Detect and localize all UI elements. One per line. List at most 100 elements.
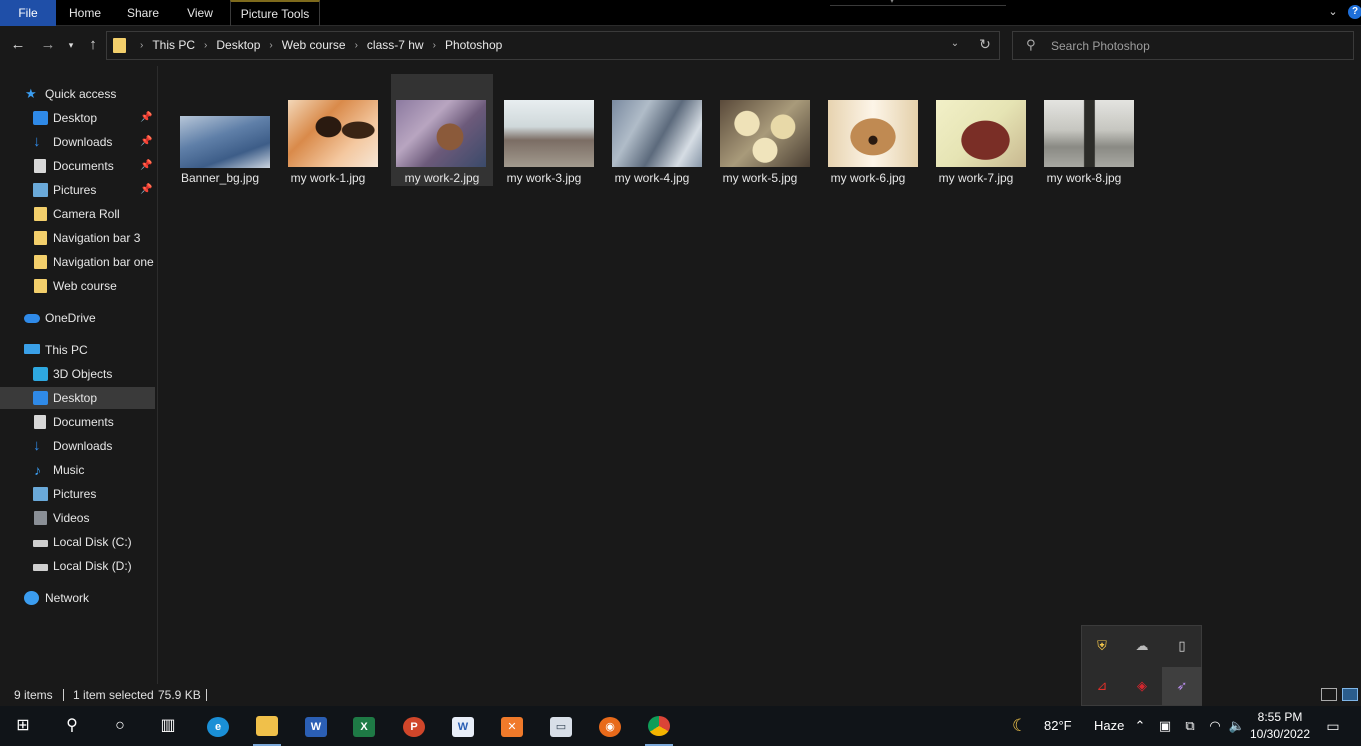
large-icons-view-icon[interactable] [1342,688,1358,701]
nav-item-desktop[interactable]: Desktop 📌 [0,107,155,129]
nav-item-camera-roll[interactable]: Camera Roll [0,203,155,225]
file-tile[interactable]: my work-3.jpg [493,74,595,186]
nav-item-downloads[interactable]: ↓ Downloads 📌 [0,131,155,153]
security-shield-icon[interactable]: ⛨ [1082,627,1122,665]
file-explorer-icon[interactable] [250,710,284,746]
file-tile[interactable]: Banner_bg.jpg [169,74,271,186]
tab-file[interactable]: File [0,0,56,26]
details-view-icon[interactable] [1321,688,1337,701]
meet-now-icon[interactable]: ▣ [1155,706,1175,746]
onedrive-offline-icon[interactable]: ☁ [1122,627,1162,665]
breadcrumb-web-course[interactable]: Web course [282,32,346,59]
file-tile-selected[interactable]: my work-2.jpg [391,74,493,186]
remote-desktop-icon[interactable]: ▭ [544,710,578,742]
nav-item-local-disk-d[interactable]: Local Disk (D:) [0,555,155,577]
file-tile[interactable]: my work-4.jpg [601,74,703,186]
notifications-icon[interactable]: ▭ [1320,706,1346,746]
task-view-icon[interactable]: ▥ [151,710,185,742]
nav-item-navigation-bar-3[interactable]: Navigation bar 3 [0,227,155,249]
up-arrow-icon[interactable]: ↑ [83,35,103,55]
nav-item-documents[interactable]: Documents 📌 [0,155,155,177]
address-dropdown-icon[interactable]: ⌄ [947,38,963,49]
breadcrumb-class-7-hw[interactable]: class-7 hw [367,32,424,59]
nav-network[interactable]: Network [0,587,155,609]
search-icon[interactable]: ⚲ [55,710,89,742]
nav-item-desktop-pc[interactable]: Desktop [0,387,155,409]
nav-item-downloads-pc[interactable]: ↓ Downloads [0,435,155,457]
usb-eject-icon[interactable]: ▯ [1162,627,1202,665]
file-tile[interactable]: my work-7.jpg [925,74,1027,186]
music-icon: ♪ [34,462,41,478]
videos-icon [34,511,47,525]
forward-arrow-icon[interactable]: → [38,35,58,55]
file-name: my work-8.jpg [1046,171,1122,185]
file-tile[interactable]: my work-8.jpg [1033,74,1135,186]
nav-item-web-course[interactable]: Web course [0,275,155,297]
system-clock[interactable]: 8:55 PM 10/30/2022 [1248,709,1312,743]
nav-onedrive[interactable]: OneDrive [0,307,155,329]
volume-icon[interactable]: 🔈 [1227,706,1247,746]
chrome-icon[interactable] [642,710,676,746]
firefox-icon[interactable]: ◉ [593,710,627,742]
nav-item-documents-pc[interactable]: Documents [0,411,155,433]
folder-icon [34,207,47,221]
tab-share[interactable]: Share [120,0,166,26]
ribbon-expand-icon[interactable]: ⌄ [1326,5,1340,19]
nav-item-local-disk-c[interactable]: Local Disk (C:) [0,531,155,553]
chevron-right-icon[interactable]: › [433,32,436,59]
file-name: my work-6.jpg [830,171,906,185]
nav-label: Downloads [53,135,113,149]
excel-icon[interactable]: X [347,710,381,742]
file-tile[interactable]: my work-6.jpg [817,74,919,186]
breadcrumb-this-pc[interactable]: This PC [152,32,195,59]
file-tile[interactable]: my work-1.jpg [277,74,379,186]
cortana-icon[interactable]: ○ [103,710,137,742]
nav-label: Desktop [53,111,98,125]
drive-icon [33,540,48,547]
back-arrow-icon[interactable]: ← [8,35,28,55]
nav-this-pc[interactable]: This PC [0,339,155,361]
tab-home[interactable]: Home [60,0,110,26]
help-icon[interactable]: ? [1348,5,1361,19]
status-divider [206,689,207,701]
action-center-app-icon[interactable]: ⧉ [1180,706,1200,746]
mcafee-icon[interactable]: ◈ [1122,667,1162,705]
nav-item-music[interactable]: ♪ Music [0,459,155,481]
nav-label: Local Disk (D:) [53,559,132,573]
nav-item-pictures-pc[interactable]: Pictures [0,483,155,505]
breadcrumb-photoshop[interactable]: Photoshop [445,32,502,59]
chevron-right-icon[interactable]: › [140,32,143,59]
powerpoint-icon[interactable]: P [397,710,431,742]
navigation-pane: ★ Quick access Desktop 📌 ↓ Downloads 📌 D… [0,66,158,684]
nav-item-navigation-bar-one[interactable]: Navigation bar one [0,251,155,273]
nav-item-pictures[interactable]: Pictures 📌 [0,179,155,201]
word-icon[interactable]: W [299,710,333,742]
taskbar: ⊞ ⚲ ○ ▥ e W X P W ✕ ▭ ◉ ☾ 82°F Haze ⌃ ▣ … [0,706,1361,746]
refresh-icon[interactable]: ↻ [977,36,993,53]
file-name: my work-2.jpg [404,171,480,185]
nav-label: Documents [53,159,114,173]
search-box[interactable]: ⚲ [1012,31,1354,60]
chevron-right-icon[interactable]: › [269,32,272,59]
feather-app-icon[interactable]: ➶ [1162,667,1202,705]
chevron-right-icon[interactable]: › [355,32,358,59]
address-bar[interactable]: › This PC › Desktop › Web course › class… [106,31,1000,60]
file-tile[interactable]: my work-5.jpg [709,74,811,186]
nav-item-videos[interactable]: Videos [0,507,155,529]
search-input[interactable] [1051,36,1341,55]
chevron-right-icon[interactable]: › [204,32,207,59]
nav-label: Downloads [53,439,113,453]
wifi-icon[interactable]: ◠ [1205,706,1225,746]
breadcrumb-desktop[interactable]: Desktop [216,32,260,59]
edge-icon[interactable]: e [201,710,235,742]
xampp-icon[interactable]: ✕ [495,710,529,742]
start-icon[interactable]: ⊞ [6,710,40,742]
nav-item-3d-objects[interactable]: 3D Objects [0,363,155,385]
acrobat-icon[interactable]: ⊿ [1082,667,1122,705]
word-legacy-icon[interactable]: W [446,710,480,742]
tab-view[interactable]: View [178,0,222,26]
tab-picture-tools[interactable]: Picture Tools [230,0,320,26]
nav-quick-access[interactable]: ★ Quick access [0,83,155,105]
recent-locations-chevron-icon[interactable]: ▾ [64,35,78,55]
show-hidden-icons-chevron-icon[interactable]: ⌃ [1130,706,1150,746]
